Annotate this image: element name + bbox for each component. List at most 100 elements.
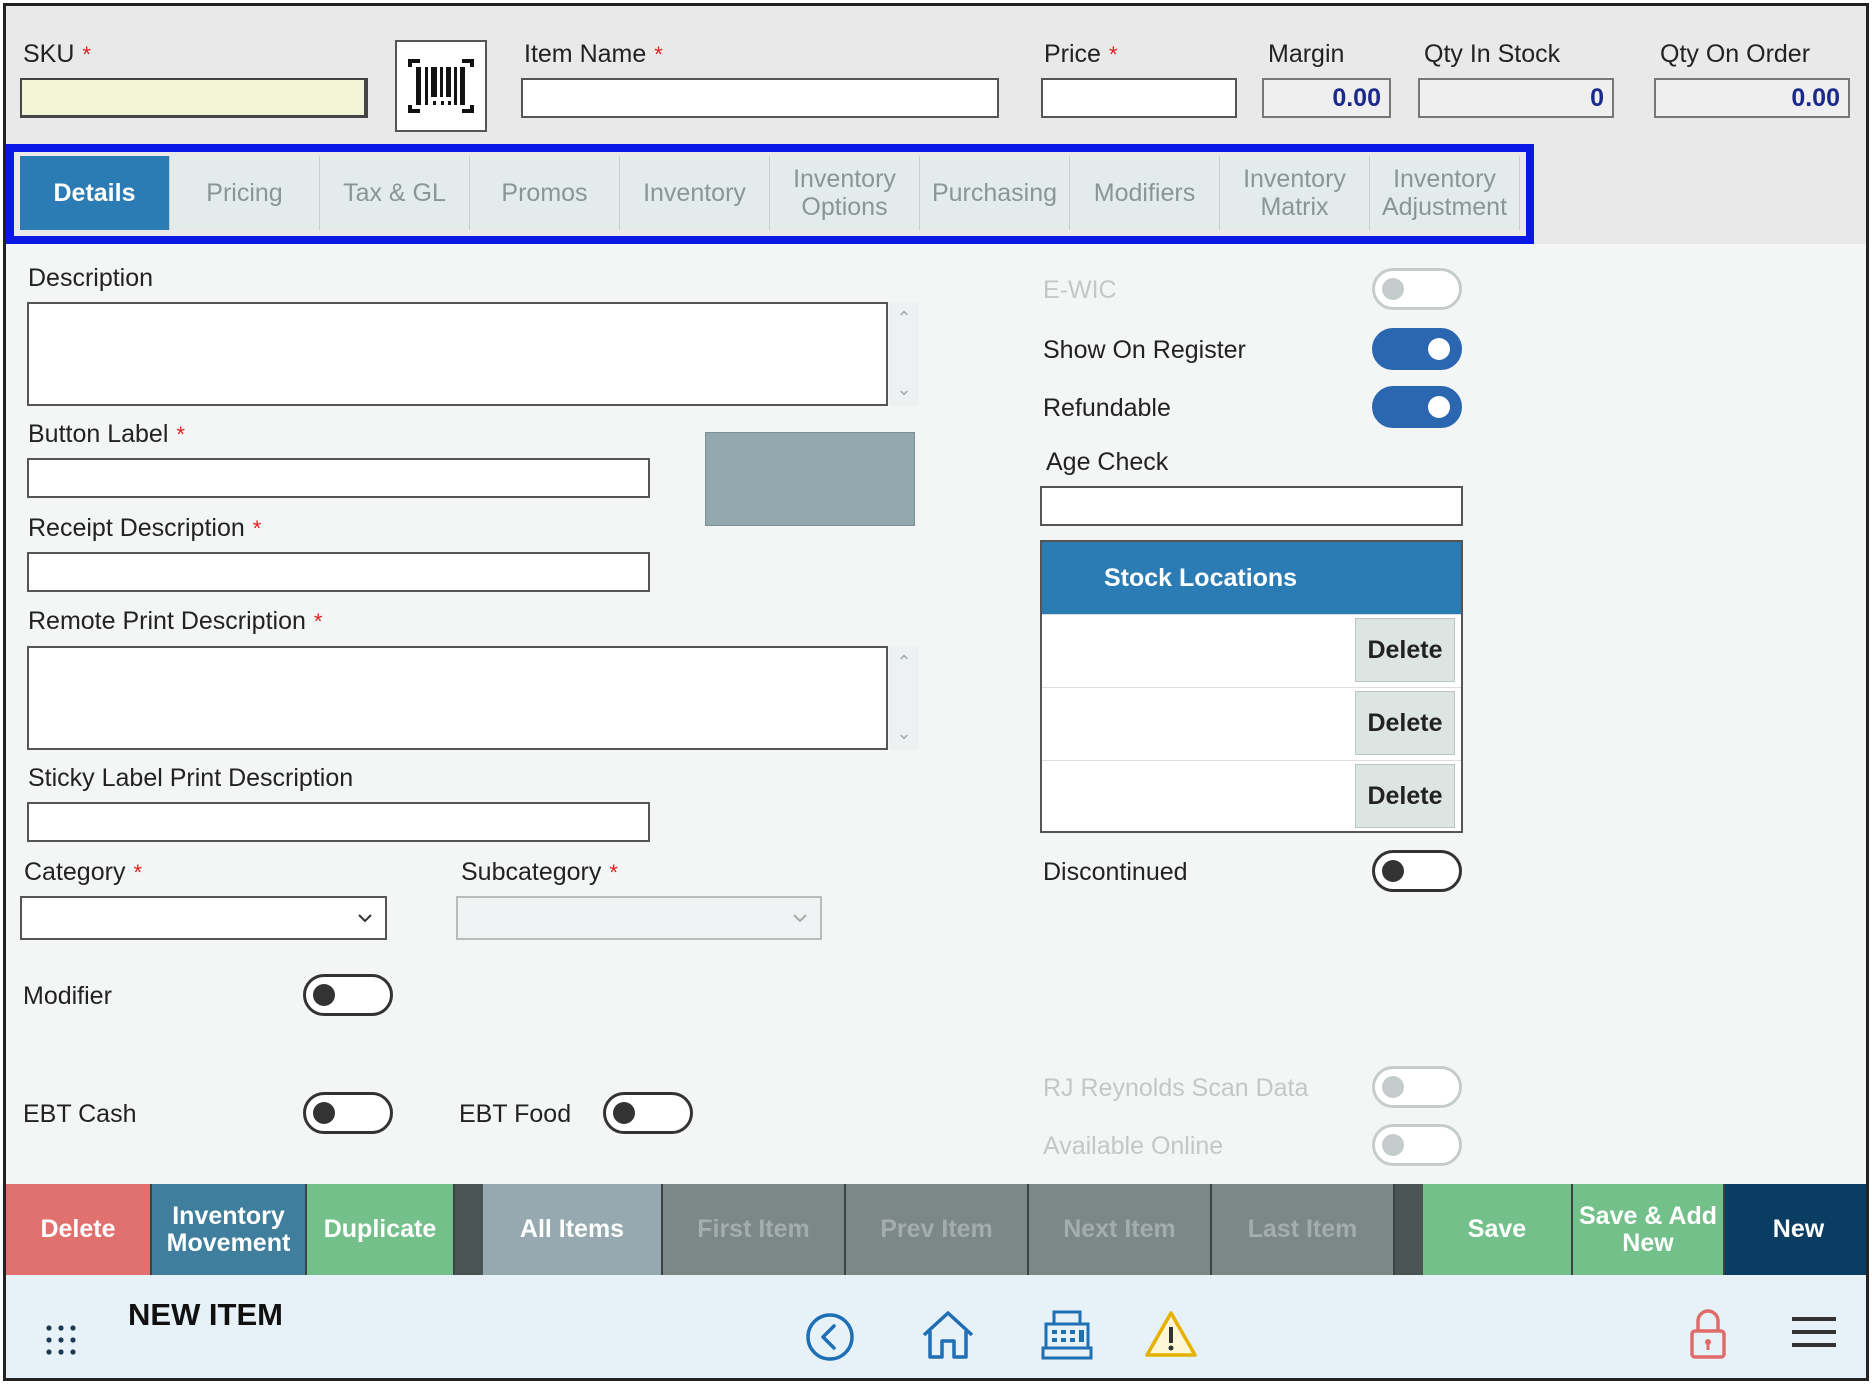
button-color-swatch[interactable] (705, 432, 915, 526)
tab-inventory-options[interactable]: Inventory Options (770, 156, 920, 230)
barcode-icon (408, 59, 474, 113)
subcategory-select[interactable] (456, 896, 822, 940)
warning-icon[interactable] (1144, 1309, 1198, 1359)
all-items-button[interactable]: All Items (483, 1184, 663, 1275)
ebt-cash-label: EBT Cash (23, 1100, 137, 1128)
button-label-label: Button Label * (28, 420, 185, 448)
remote-print-description-textarea[interactable] (27, 646, 888, 750)
sku-input[interactable] (20, 78, 368, 118)
item-name-label: Item Name * (524, 40, 663, 68)
tab-purchasing[interactable]: Purchasing (920, 156, 1070, 230)
delete-location-button[interactable]: Delete (1355, 764, 1455, 828)
stock-locations-header: Stock Locations (1042, 542, 1461, 614)
tab-inventory[interactable]: Inventory (620, 156, 770, 230)
required-mark: * (133, 860, 143, 885)
prev-item-button[interactable]: Prev Item (846, 1184, 1029, 1275)
required-mark: * (313, 609, 323, 634)
barcode-scan-button[interactable] (395, 40, 487, 132)
remote-print-description-label: Remote Print Description * (28, 607, 323, 635)
refundable-label: Refundable (1043, 394, 1171, 422)
required-mark: * (609, 860, 618, 885)
tab-promos[interactable]: Promos (470, 156, 620, 230)
required-mark: * (1108, 42, 1118, 67)
tab-bar: Details Pricing Tax & GL Promos Inventor… (6, 144, 1866, 244)
action-bar-spacer (455, 1184, 483, 1275)
apps-grid-icon[interactable] (44, 1323, 78, 1357)
ebt-food-toggle[interactable] (603, 1092, 693, 1134)
first-item-button[interactable]: First Item (663, 1184, 846, 1275)
footer-nav: NEW ITEM (6, 1275, 1866, 1378)
tab-modifiers[interactable]: Modifiers (1070, 156, 1220, 230)
category-select[interactable] (20, 896, 387, 940)
tab-inventory-adjustment[interactable]: Inventory Adjustment (1370, 156, 1520, 230)
receipt-description-label: Receipt Description * (28, 514, 262, 542)
scroll-up-icon: ⌃ (896, 308, 912, 328)
tab-details[interactable]: Details (20, 156, 170, 230)
margin-label: Margin (1268, 40, 1345, 68)
rj-reynolds-scan-data-toggle[interactable] (1372, 1066, 1462, 1108)
tab-inventory-matrix[interactable]: Inventory Matrix (1220, 156, 1370, 230)
stock-location-row: Delete (1042, 760, 1461, 833)
price-label: Price * (1044, 40, 1118, 68)
last-item-button[interactable]: Last Item (1212, 1184, 1395, 1275)
scroll-down-icon: ⌄ (896, 723, 912, 743)
remote-print-scrollbar[interactable]: ⌃ ⌄ (889, 646, 919, 750)
receipt-description-input[interactable] (27, 552, 650, 592)
sticky-label-print-description-input[interactable] (27, 802, 650, 842)
refundable-toggle[interactable] (1372, 386, 1462, 428)
scroll-up-icon: ⌃ (896, 652, 912, 672)
delete-location-button[interactable]: Delete (1355, 618, 1455, 682)
qty-in-stock-label: Qty In Stock (1424, 40, 1561, 68)
page-title: NEW ITEM (128, 1297, 283, 1332)
save-button[interactable]: Save (1423, 1184, 1573, 1275)
sticky-label-print-description-label: Sticky Label Print Description (28, 764, 354, 792)
age-check-label: Age Check (1046, 448, 1169, 476)
available-online-toggle[interactable] (1372, 1124, 1462, 1166)
delete-item-button[interactable]: Delete (6, 1184, 152, 1275)
ebt-food-label: EBT Food (459, 1100, 572, 1128)
back-circle-icon[interactable] (804, 1311, 856, 1363)
scroll-down-icon: ⌄ (896, 379, 912, 399)
qty-in-stock-value: 0 (1418, 78, 1614, 118)
ewic-label: E-WIC (1043, 276, 1117, 304)
description-scrollbar[interactable]: ⌃ ⌄ (889, 302, 919, 406)
ewic-toggle[interactable] (1372, 268, 1462, 310)
chevron-down-icon (358, 914, 372, 923)
stock-location-row: Delete (1042, 614, 1461, 687)
modifier-toggle[interactable] (303, 974, 393, 1016)
age-check-input[interactable] (1040, 486, 1463, 526)
category-label: Category * (24, 858, 143, 886)
stock-locations-table: Stock Locations Delete Delete Delete (1040, 540, 1463, 833)
show-on-register-label: Show On Register (1043, 336, 1246, 364)
margin-value: 0.00 (1262, 78, 1391, 118)
tab-pricing[interactable]: Pricing (170, 156, 320, 230)
register-icon[interactable] (1040, 1309, 1094, 1361)
required-mark: * (176, 422, 185, 447)
save-add-new-button[interactable]: Save & Add New (1573, 1184, 1725, 1275)
discontinued-toggle[interactable] (1372, 850, 1462, 892)
menu-icon[interactable] (1792, 1315, 1836, 1349)
modifier-label: Modifier (23, 982, 112, 1010)
tab-tax-gl[interactable]: Tax & GL (320, 156, 470, 230)
new-item-button[interactable]: New (1725, 1184, 1866, 1275)
item-name-input[interactable] (521, 78, 999, 118)
qty-on-order-value: 0.00 (1654, 78, 1850, 118)
details-panel: Description ⌃ ⌄ Button Label * Receipt De… (6, 244, 1866, 1184)
duplicate-button[interactable]: Duplicate (307, 1184, 455, 1275)
next-item-button[interactable]: Next Item (1029, 1184, 1212, 1275)
required-mark: * (252, 516, 262, 541)
chevron-down-icon (793, 914, 807, 923)
price-input[interactable] (1041, 78, 1237, 118)
lock-icon[interactable] (1688, 1307, 1728, 1361)
show-on-register-toggle[interactable] (1372, 328, 1462, 370)
stock-location-row: Delete (1042, 687, 1461, 760)
qty-on-order-label: Qty On Order (1660, 40, 1811, 68)
action-bar: Delete Inventory Movement Duplicate All … (6, 1184, 1866, 1275)
description-textarea[interactable] (27, 302, 888, 406)
button-label-input[interactable] (27, 458, 650, 498)
action-bar-spacer (1395, 1184, 1423, 1275)
inventory-movement-button[interactable]: Inventory Movement (152, 1184, 307, 1275)
ebt-cash-toggle[interactable] (303, 1092, 393, 1134)
delete-location-button[interactable]: Delete (1355, 691, 1455, 755)
home-icon[interactable] (920, 1307, 976, 1363)
